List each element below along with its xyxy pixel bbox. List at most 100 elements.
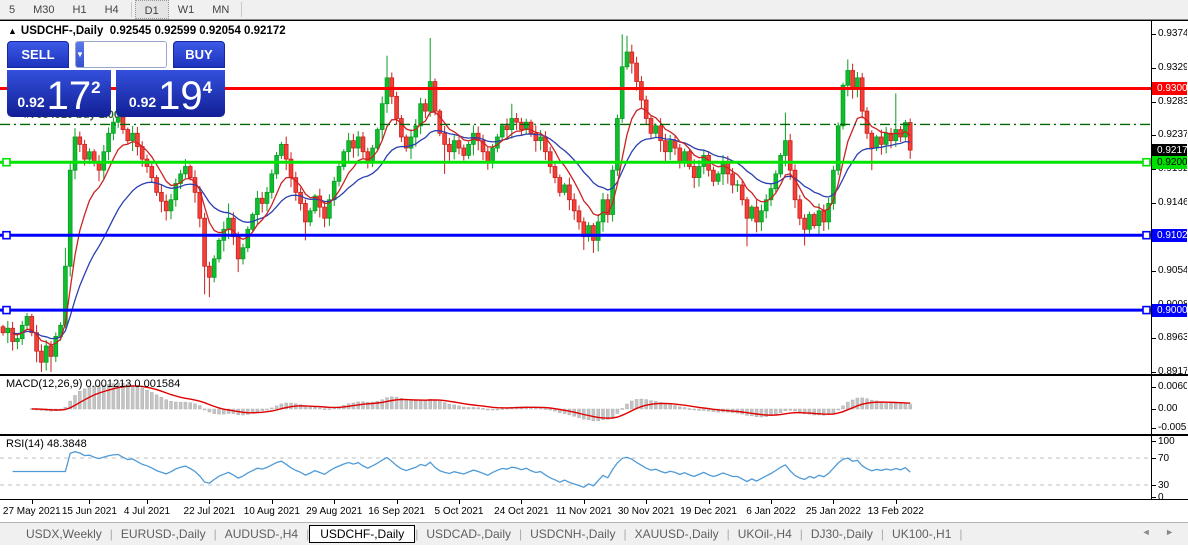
price-tick-label: 0.92370: [1158, 129, 1187, 141]
chart-tab-xauusd-[interactable]: XAUUSD-,Daily: [627, 525, 727, 543]
chart-tab-uk100-[interactable]: UK100-,H1: [884, 525, 959, 543]
date-axis[interactable]: 27 May 2021 15 Jun 2021 4 Jul 2021 22 Jul 2…: [0, 500, 1151, 522]
timeframe-button-h4[interactable]: H4: [96, 0, 128, 19]
date-tick: [708, 500, 710, 504]
tab-scroll-arrows[interactable]: ◄ ►: [1142, 527, 1180, 537]
volume-input[interactable]: [83, 42, 166, 67]
chart-tab-ukoil-[interactable]: UKOil-,H4: [730, 525, 800, 543]
line-handle: [1142, 157, 1151, 167]
date-tick: [459, 500, 460, 504]
chart-tab-audusd-[interactable]: AUDUSD-,H4: [217, 525, 306, 543]
date-tick-label: 4 Jul 2021: [123, 506, 171, 517]
sell-price-prefix: 0.92: [17, 94, 45, 110]
rsi-indicator: [0, 451, 1151, 489]
date-tick: [334, 500, 336, 504]
macd-tick-label: 0.006038: [1158, 381, 1187, 393]
toolbar-separator: [241, 2, 243, 17]
timeframe-button-h1[interactable]: H1: [64, 0, 96, 19]
macd-tick: [1152, 427, 1156, 429]
date-tick-label: 22 Jul 2021: [183, 506, 236, 517]
timeframe-button-w1[interactable]: W1: [169, 0, 204, 19]
chart-tab-dj30-[interactable]: DJ30-,Daily: [803, 525, 881, 543]
mt4-window: 5 M30 H1 H4 D1 W1 MN ▲ USDCHF-,Daily 0.92545 0.…: [0, 0, 1188, 552]
macd-row: MACD(12,26,9) 0.001213 0.001584 0.006038…: [0, 376, 1188, 436]
sell-price-display[interactable]: 0.92 17 2: [7, 70, 111, 117]
chart-tab-usdx[interactable]: USDX,Weekly: [18, 525, 110, 543]
date-axis-row: 27 May 2021 15 Jun 2021 4 Jul 2021 22 Jul 2…: [0, 500, 1188, 523]
macd-tick-label: -0.005224: [1158, 421, 1187, 433]
toolbar-separator: [130, 2, 132, 17]
macd-signal-line: [31, 385, 911, 419]
date-tick-label: 6 Jan 2022: [746, 506, 796, 517]
line-handle: [2, 230, 11, 240]
date-tick-label: 11 Nov 2021: [555, 506, 612, 517]
macd-tick-label: 0.00: [1158, 403, 1178, 414]
timeframe-button-mn[interactable]: MN: [203, 0, 238, 19]
price-badge: 0.92008: [1152, 155, 1187, 169]
date-tick: [771, 500, 772, 504]
timeframe-toolbar: 5 M30 H1 H4 D1 W1 MN: [0, 0, 1188, 20]
buy-price-big: 19: [158, 74, 203, 118]
price-tick: [1152, 270, 1156, 272]
buy-price-sup: 4: [202, 78, 213, 97]
price-tick: [1152, 67, 1156, 69]
collapse-icon[interactable]: ▲: [8, 26, 17, 36]
chart-tab-usdcnh-[interactable]: USDCNH-,Daily: [522, 525, 623, 543]
price-badge: 0.93006: [1152, 82, 1187, 95]
timeframe-button-m30[interactable]: M30: [24, 0, 63, 19]
date-tick: [271, 500, 273, 504]
date-tick-label: 5 Oct 2021: [434, 506, 484, 517]
rsi-label: RSI(14) 48.3848: [6, 438, 87, 450]
price-tick-label: 0.91460: [1158, 196, 1187, 208]
price-tick-label: 0.93290: [1158, 61, 1187, 73]
buy-price-prefix: 0.92: [128, 94, 157, 110]
rsi-tick: [1152, 458, 1156, 459]
rsi-plot[interactable]: RSI(14) 48.3848: [0, 436, 1151, 499]
sell-price-big: 17: [46, 74, 92, 118]
macd-plot[interactable]: MACD(12,26,9) 0.001213 0.001584: [0, 376, 1151, 434]
tab-separator: |: [959, 527, 963, 541]
price-axis: 0.937400.932900.928300.923700.919200.914…: [1151, 21, 1187, 374]
macd-tick: [1152, 409, 1156, 410]
chart-tab-bar: USDX,Weekly | EURUSD-,Daily | AUDUSD-,H4 | USD…: [0, 523, 1188, 545]
timeframe-button-d1[interactable]: D1: [134, 0, 169, 19]
chart-tab-usdchf-[interactable]: USDCHF-,Daily: [309, 525, 416, 543]
price-tick: [1152, 101, 1156, 103]
date-tick: [833, 500, 835, 504]
date-tick: [396, 500, 398, 504]
price-tick: [1152, 168, 1156, 170]
buy-price-display[interactable]: 0.92 19 4: [116, 70, 225, 117]
timeframe-button-5[interactable]: 5: [0, 0, 24, 19]
date-tick-label: 13 Feb 2022: [867, 506, 924, 517]
rsi-tick-label: 70: [1158, 453, 1170, 464]
chart-header: ▲ USDCHF-,Daily 0.92545 0.92599 0.92054 0…: [8, 25, 286, 37]
date-tick-label: 15 Jun 2021: [61, 506, 117, 517]
chart-tab-usdcad-[interactable]: USDCAD-,Daily: [418, 525, 519, 543]
line-handle: [1142, 305, 1151, 315]
price-badge: 0.91020: [1152, 228, 1187, 242]
line-handle: [1142, 230, 1151, 240]
price-tick: [1152, 135, 1156, 137]
date-tick: [147, 500, 148, 504]
main-chart-plot[interactable]: ▲ USDCHF-,Daily 0.92545 0.92599 0.92054 0…: [0, 21, 1151, 374]
date-tick: [89, 500, 91, 504]
date-tick-label: 10 Aug 2021: [243, 506, 300, 517]
line-handle: [2, 157, 11, 167]
main-chart-row: ▲ USDCHF-,Daily 0.92545 0.92599 0.92054 0…: [0, 20, 1188, 376]
price-tick-label: 0.89170: [1158, 365, 1187, 374]
rsi-line: [12, 451, 911, 489]
date-tick-label: 30 Nov 2021: [617, 506, 675, 517]
date-tick: [521, 500, 523, 504]
price-tick-label: 0.90540: [1158, 264, 1187, 276]
sell-price-sup: 2: [91, 78, 101, 97]
date-tick-label: 25 Jan 2022: [805, 506, 861, 517]
macd-label: MACD(12,26,9) 0.001213 0.001584: [6, 378, 181, 390]
rsi-tick: [1152, 485, 1156, 486]
buy-button[interactable]: BUY: [173, 41, 225, 68]
date-tick-label: 16 Sep 2021: [368, 506, 425, 517]
chart-tab-eurusd-[interactable]: EURUSD-,Daily: [113, 525, 214, 543]
sell-button[interactable]: SELL: [7, 41, 69, 68]
rsi-axis: 100 70 30 0: [1151, 436, 1187, 499]
volume-decrease-icon[interactable]: ▼: [76, 42, 84, 67]
rsi-tick: [1152, 441, 1156, 442]
